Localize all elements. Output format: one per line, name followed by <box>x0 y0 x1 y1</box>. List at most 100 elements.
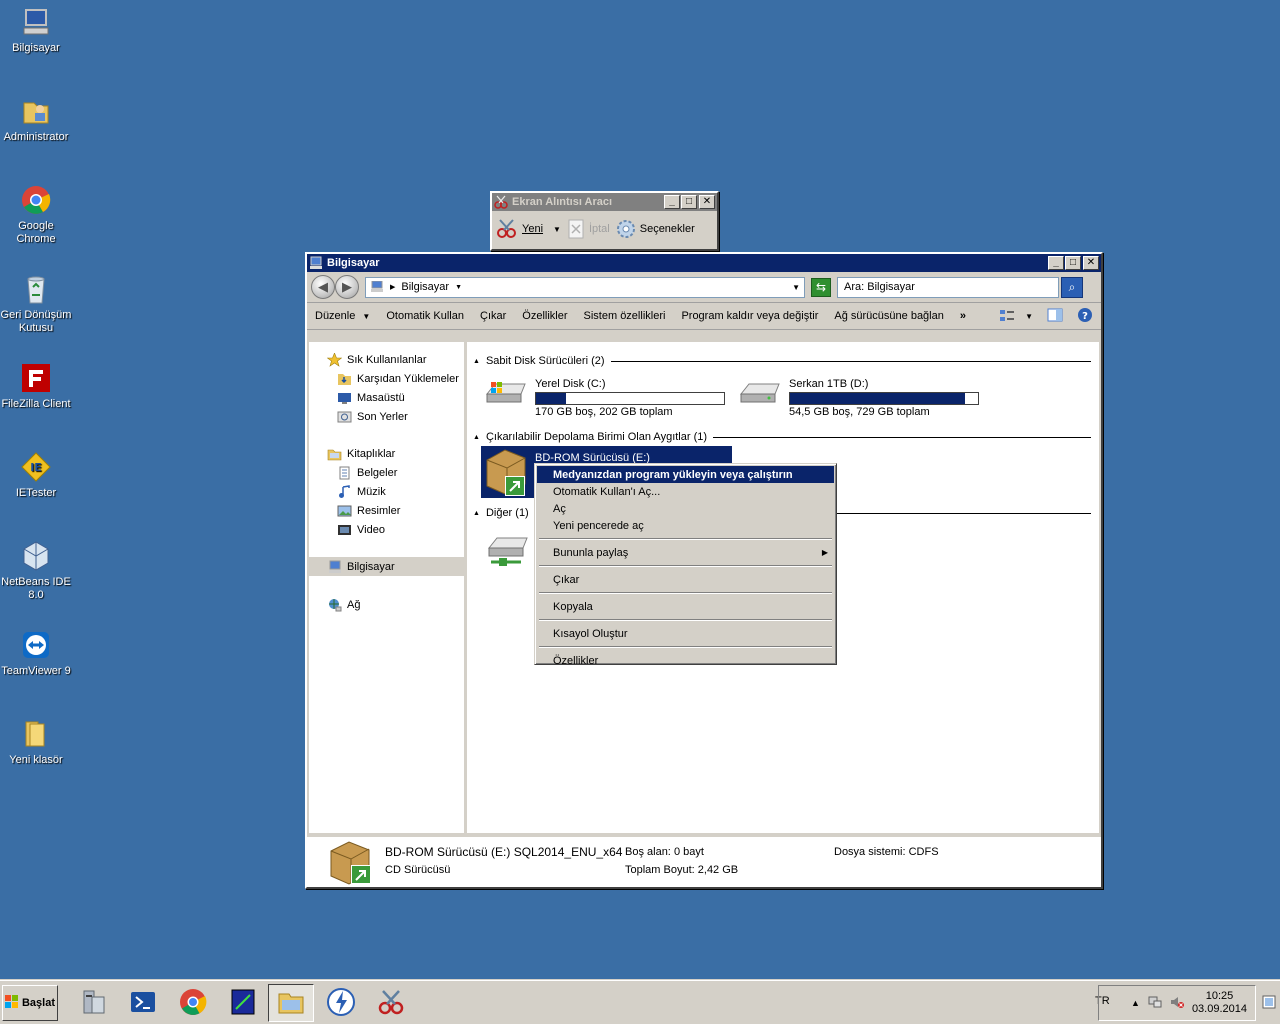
map-network-drive-command[interactable]: Ağ sürücüsüne bağlan <box>834 310 943 322</box>
menu-separator <box>539 592 832 594</box>
taskbar-editor[interactable] <box>220 984 266 1022</box>
nav-computer[interactable]: Bilgisayar <box>309 557 464 576</box>
taskbar-explorer[interactable] <box>268 984 314 1022</box>
clock[interactable]: 10:25 03.09.2014 <box>1192 990 1247 1016</box>
computer-icon <box>370 280 384 293</box>
nav-libraries[interactable]: Kitaplıklar <box>309 444 464 463</box>
drive-space-info: 170 GB boş, 202 GB toplam <box>535 406 673 418</box>
more-commands-button[interactable]: » <box>960 310 966 322</box>
nav-recent[interactable]: Son Yerler <box>309 407 464 426</box>
new-snip-button[interactable]: Yeni ▼ <box>496 218 561 240</box>
desktop-icon-label: Geri Dönüşüm Kutusu <box>0 309 72 334</box>
start-button[interactable]: Başlat <box>2 985 58 1021</box>
collapse-icon[interactable]: ▲ <box>473 434 480 441</box>
group-header-removable[interactable]: ▲ Çıkarılabilir Depolama Birimi Olan Ayg… <box>473 430 1091 444</box>
package-icon <box>327 839 375 885</box>
desktop-icon-computer[interactable]: Bilgisayar <box>0 6 72 55</box>
taskbar-chrome[interactable] <box>170 984 216 1022</box>
file-system-label: Dosya sistemi: <box>834 846 906 858</box>
eject-command[interactable]: Çıkar <box>480 310 506 322</box>
total-size-label: Toplam Boyut: <box>625 864 695 876</box>
nav-pictures[interactable]: Resimler <box>309 501 464 520</box>
taskbar-snipping-tool[interactable] <box>368 984 414 1022</box>
menu-item-open-new-window[interactable]: Yeni pencerede aç <box>537 517 834 534</box>
maximize-button[interactable]: □ <box>1065 256 1081 270</box>
nav-downloads[interactable]: Karşıdan Yüklemeler <box>309 369 464 388</box>
desktop-icon-recycle-bin[interactable]: Geri Dönüşüm Kutusu <box>0 273 72 335</box>
breadcrumb-computer[interactable]: Bilgisayar <box>401 281 449 293</box>
desktop-icon-filezilla[interactable]: FileZilla Client <box>0 362 72 411</box>
other-device[interactable] <box>485 532 531 572</box>
nav-video[interactable]: Video <box>309 520 464 539</box>
snipping-tool-window[interactable]: Ekran Alıntısı Aracı _ □ ✕ Yeni ▼ İptal … <box>490 191 719 251</box>
free-space-label: Boş alan: <box>625 846 671 858</box>
minimize-button[interactable]: _ <box>664 195 680 209</box>
drive-d[interactable]: Serkan 1TB (D:) 54,5 GB boş, 729 GB topl… <box>737 378 979 419</box>
properties-command[interactable]: Özellikler <box>522 310 567 322</box>
explorer-titlebar[interactable]: Bilgisayar _ □ ✕ <box>307 254 1101 272</box>
breadcrumb-arrow-icon[interactable]: ▶ <box>390 283 395 291</box>
show-desktop-button[interactable] <box>1262 995 1276 1009</box>
chevron-down-icon[interactable]: ▼ <box>553 225 561 234</box>
cancel-snip-button[interactable]: İptal <box>567 219 610 239</box>
nav-documents[interactable]: Belgeler <box>309 463 464 482</box>
desktop-icon-netbeans[interactable]: NetBeans IDE 8.0 <box>0 540 72 602</box>
clock-time: 10:25 <box>1205 990 1234 1002</box>
chrome-icon <box>20 184 52 216</box>
desktop-icon-chrome[interactable]: Google Chrome <box>0 184 72 246</box>
chevron-down-icon[interactable]: ▼ <box>1025 312 1033 321</box>
minimize-button[interactable]: _ <box>1048 256 1064 270</box>
nav-music[interactable]: Müzik <box>309 482 464 501</box>
search-button[interactable]: ⌕ <box>1061 276 1083 298</box>
collapse-icon[interactable]: ▲ <box>473 510 480 517</box>
menu-item-eject[interactable]: Çıkar <box>537 571 834 588</box>
group-header-hdd[interactable]: ▲ Sabit Disk Sürücüleri (2) <box>473 354 1091 368</box>
close-button[interactable]: ✕ <box>699 195 715 209</box>
uninstall-program-command[interactable]: Program kaldır veya değiştir <box>681 310 818 322</box>
collapse-icon[interactable]: ▲ <box>473 358 480 365</box>
refresh-button[interactable]: ⇆ <box>811 277 831 297</box>
free-space-value: 0 bayt <box>673 846 704 858</box>
forward-button[interactable]: ▶ <box>335 275 359 299</box>
address-history-dropdown[interactable]: ▼ <box>792 283 800 292</box>
preview-pane-icon[interactable] <box>1047 308 1063 325</box>
svg-text:IE: IE <box>30 461 42 474</box>
user-folder-icon <box>20 95 52 127</box>
organize-menu[interactable]: Düzenle ▼ <box>315 310 370 322</box>
autoplay-command[interactable]: Otomatik Kullan <box>386 310 464 322</box>
menu-item-share-with[interactable]: Bununla paylaş ▶ <box>537 544 834 561</box>
nav-desktop[interactable]: Masaüstü <box>309 388 464 407</box>
network-tray-icon[interactable] <box>1148 995 1162 1012</box>
menu-item-properties[interactable]: Özellikler <box>537 652 834 669</box>
view-options-icon[interactable]: ▼ <box>999 309 1033 323</box>
menu-item-copy[interactable]: Kopyala <box>537 598 834 615</box>
show-hidden-icons[interactable]: ▲ <box>1131 998 1140 1008</box>
desktop-icon-ietester[interactable]: IE IETester <box>0 451 72 500</box>
taskbar-powershell[interactable] <box>120 984 166 1022</box>
desktop-icon-administrator[interactable]: Administrator <box>0 95 72 144</box>
menu-item-create-shortcut[interactable]: Kısayol Oluştur <box>537 625 834 642</box>
options-button[interactable]: Seçenekler <box>616 219 695 239</box>
menu-item-install-run[interactable]: Medyanızdan program yükleyin veya çalışt… <box>537 466 834 483</box>
taskbar-app-bolt[interactable] <box>318 984 364 1022</box>
address-bar[interactable]: ▶ Bilgisayar ▼ ▼ <box>365 276 805 298</box>
desktop-icon-teamviewer[interactable]: TeamViewer 9 <box>0 629 72 678</box>
snipping-tool-titlebar[interactable]: Ekran Alıntısı Aracı _ □ ✕ <box>492 193 717 211</box>
desktop-icon-new-folder[interactable]: Yeni klasör <box>0 718 72 767</box>
drive-c[interactable]: Yerel Disk (C:) 170 GB boş, 202 GB topla… <box>483 378 725 419</box>
back-button[interactable]: ◀ <box>311 275 335 299</box>
nav-favorites[interactable]: Sık Kullanılanlar <box>309 350 464 369</box>
breadcrumb-dropdown-icon[interactable]: ▼ <box>455 284 462 291</box>
nav-network[interactable]: Ağ <box>309 595 464 614</box>
menu-item-open[interactable]: Aç <box>537 500 834 517</box>
maximize-button[interactable]: □ <box>681 195 697 209</box>
package-icon <box>481 446 531 498</box>
close-button[interactable]: ✕ <box>1083 256 1099 270</box>
help-icon[interactable]: ? <box>1077 307 1093 326</box>
system-properties-command[interactable]: Sistem özellikleri <box>584 310 666 322</box>
menu-item-open-autoplay[interactable]: Otomatik Kullan'ı Aç... <box>537 483 834 500</box>
volume-muted-icon[interactable] <box>1170 995 1184 1012</box>
taskbar-server-manager[interactable] <box>70 984 116 1022</box>
search-input[interactable]: Ara: Bilgisayar <box>837 276 1059 298</box>
desktop-icon-label: Yeni klasör <box>9 754 63 766</box>
